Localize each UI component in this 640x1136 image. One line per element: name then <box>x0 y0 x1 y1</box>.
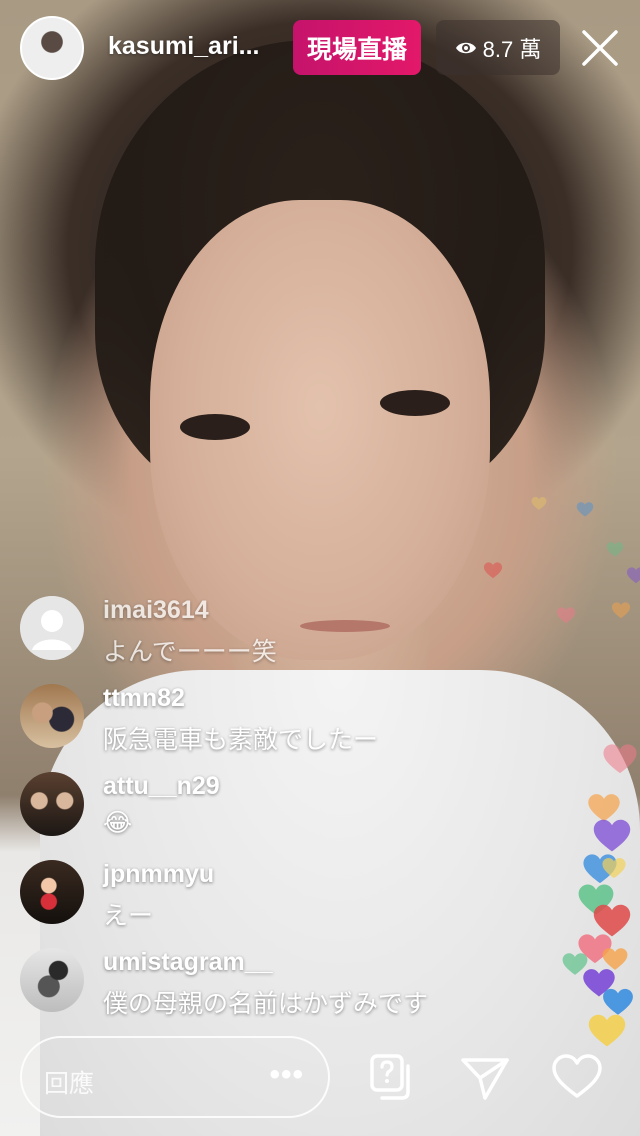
close-button[interactable] <box>580 28 620 68</box>
heart-icon <box>552 1054 602 1098</box>
floating-heart-icon <box>590 815 634 855</box>
comment-avatar[interactable] <box>20 948 84 1012</box>
comment-username[interactable]: imai3614 <box>103 596 209 625</box>
video-subject-eye <box>180 414 250 440</box>
comment-username[interactable]: ttmn82 <box>103 684 185 713</box>
comment-avatar[interactable] <box>20 860 84 924</box>
comment-avatar[interactable] <box>20 596 84 660</box>
close-icon <box>582 30 618 66</box>
live-top-bar: kasumi_ari... 現場直播 8.7 萬 <box>0 0 640 100</box>
comment-text: 阪急電車も素敵でしたー <box>103 725 379 754</box>
live-badge: 現場直播 <box>293 20 421 75</box>
comment-username[interactable]: attu__n29 <box>103 772 220 801</box>
floating-heart-icon <box>610 600 632 620</box>
comment-username[interactable]: jpnmmyu <box>103 860 214 889</box>
comment-item: umistagram__ 僕の母親の名前はかずみです <box>20 942 540 1022</box>
like-button[interactable] <box>550 1050 604 1104</box>
floating-heart-icon <box>600 740 640 776</box>
floating-heart-icon <box>585 1010 629 1050</box>
floating-heart-icon <box>560 950 590 977</box>
floating-heart-icon <box>482 560 504 580</box>
more-options-button[interactable]: ••• <box>269 1058 304 1092</box>
floating-heart-icon <box>575 500 595 518</box>
host-username[interactable]: kasumi_ari... <box>108 32 259 61</box>
question-button[interactable] <box>364 1050 418 1104</box>
floating-heart-icon <box>530 495 548 511</box>
floating-heart-icon <box>605 540 625 558</box>
viewer-count: 8.7 萬 <box>482 36 542 62</box>
comment-item: attu__n29 😂 <box>20 766 540 846</box>
default-avatar-icon <box>20 596 84 660</box>
comment-item: imai3614 よんでーーー笑 <box>20 590 540 670</box>
floating-heart-icon <box>555 605 577 625</box>
comment-text: よんでーーー笑 <box>103 637 277 666</box>
host-avatar[interactable] <box>20 16 84 80</box>
reply-placeholder: 回應 <box>44 1069 95 1098</box>
floating-heart-icon <box>600 855 628 880</box>
comment-text: 僕の母親の名前はかずみです <box>103 989 429 1018</box>
comment-avatar[interactable] <box>20 772 84 836</box>
comment-item: jpnmmyu えー <box>20 854 540 934</box>
paper-plane-icon <box>461 1058 509 1100</box>
comment-username[interactable]: umistagram__ <box>103 948 273 977</box>
share-button[interactable] <box>458 1050 512 1104</box>
video-subject-eye <box>380 390 450 416</box>
comment-avatar[interactable] <box>20 684 84 748</box>
comment-text: 😂 <box>103 808 133 837</box>
reply-input[interactable]: 回應 ••• <box>20 1036 330 1118</box>
comment-text: えー <box>103 901 154 930</box>
comment-item: ttmn82 阪急電車も素敵でしたー <box>20 678 540 758</box>
floating-heart-icon <box>625 565 640 585</box>
question-box-icon <box>370 1054 410 1100</box>
viewer-count-badge[interactable]: 8.7 萬 <box>436 20 560 75</box>
eye-icon <box>455 42 476 53</box>
